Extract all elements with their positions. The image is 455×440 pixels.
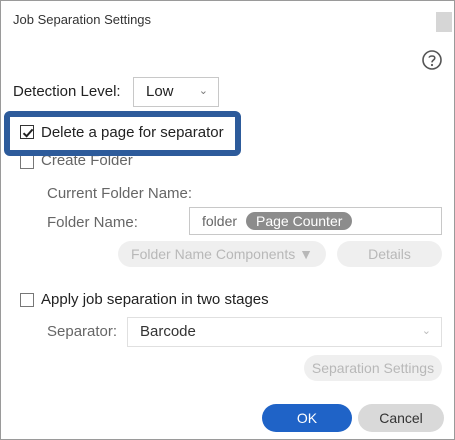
- details-button[interactable]: Details: [337, 241, 442, 267]
- delete-page-label: Delete a page for separator: [41, 124, 224, 141]
- separator-select[interactable]: Barcode ⌄: [127, 317, 442, 347]
- ok-button[interactable]: OK: [262, 404, 352, 432]
- job-separation-dialog: Job Separation Settings Detection Level:…: [0, 0, 455, 440]
- separator-label: Separator:: [47, 323, 118, 340]
- two-stage-checkbox[interactable]: [20, 293, 34, 307]
- create-folder-checkbox[interactable]: [20, 155, 34, 169]
- dialog-title: Job Separation Settings: [13, 12, 152, 27]
- folder-name-input[interactable]: folder Page Counter: [189, 207, 442, 235]
- chevron-down-icon: ⌄: [198, 85, 208, 97]
- detection-level-value: Low: [146, 83, 174, 100]
- title-bar: Job Separation Settings: [1, 1, 454, 37]
- separator-value: Barcode: [140, 323, 196, 340]
- detection-level-select[interactable]: Low ⌄: [133, 77, 219, 107]
- delete-page-checkbox[interactable]: [20, 125, 34, 139]
- folder-name-components-button[interactable]: Folder Name Components ▼: [118, 241, 326, 267]
- chevron-down-icon: ⌄: [421, 325, 431, 337]
- detection-level-label: Detection Level:: [13, 83, 121, 100]
- two-stage-label: Apply job separation in two stages: [41, 291, 269, 308]
- folder-name-label: Folder Name:: [47, 214, 138, 231]
- folder-name-components-label: Folder Name Components: [131, 246, 296, 262]
- current-folder-name-label: Current Folder Name:: [47, 185, 193, 202]
- folder-name-text: folder: [202, 213, 238, 229]
- help-icon[interactable]: [421, 49, 443, 71]
- cancel-button[interactable]: Cancel: [358, 404, 444, 432]
- close-button[interactable]: [436, 12, 452, 32]
- dropdown-triangle-icon: ▼: [299, 246, 313, 262]
- page-counter-token: Page Counter: [246, 212, 353, 230]
- checkmark-icon: [22, 128, 34, 138]
- separation-settings-button[interactable]: Separation Settings: [304, 355, 442, 381]
